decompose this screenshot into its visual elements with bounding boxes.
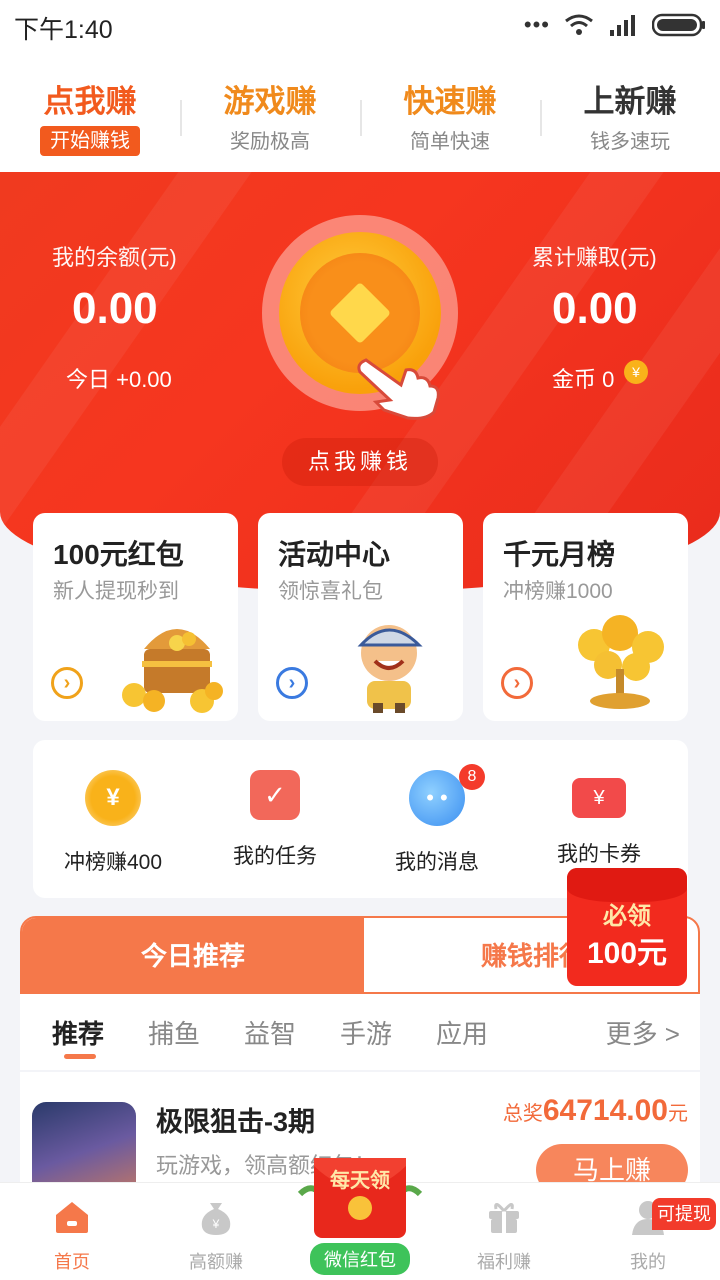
quick-label: 我的任务 (233, 845, 317, 868)
category-puzzle[interactable]: 益智 (244, 1014, 296, 1051)
signal-icon (610, 15, 635, 36)
nav-sub: 简单快速 (410, 131, 490, 153)
prize-amount: 64714.00 (542, 1094, 668, 1127)
nav-title: 点我赚 (43, 84, 137, 119)
nav-tap-earn[interactable]: 点我赚 开始赚钱 (0, 84, 180, 156)
nav-new-earn[interactable]: 上新赚 钱多速玩 (540, 84, 720, 156)
home-icon (56, 1202, 88, 1233)
treasure-chest-icon (122, 629, 223, 713)
calendar-check-icon: ✓ (250, 770, 300, 820)
nav-fast-earn[interactable]: 快速赚 简单快速 (360, 84, 540, 156)
category-mobile-games[interactable]: 手游 (340, 1014, 392, 1051)
money-tree-icon (578, 615, 664, 709)
daily-packet-label: 每天领 (330, 1170, 390, 1192)
wifi-icon (565, 14, 593, 35)
floating-red-packet[interactable]: 必领 100元 (563, 858, 691, 986)
prize-unit: 元 (668, 1103, 688, 1125)
arrow-right-icon[interactable]: › (276, 667, 308, 699)
tab-label: 首页 (54, 1252, 90, 1272)
category-fishing[interactable]: 捕鱼 (148, 1014, 200, 1051)
card-title: 千元月榜 (503, 539, 616, 570)
coin-count: 金币 0 (552, 367, 615, 392)
tab-today-recommend[interactable]: 今日推荐 (22, 918, 364, 992)
card-activity-center[interactable]: 活动中心 领惊喜礼包 › (258, 513, 463, 721)
nav-title: 快速赚 (403, 84, 497, 119)
status-icons: ••• (524, 12, 706, 38)
quick-my-messages[interactable]: • • 我的消息 (357, 770, 517, 876)
total-label: 累计赚取(元) (532, 245, 657, 270)
packet-line1: 必领 (603, 903, 651, 930)
message-count-badge: 8 (459, 764, 485, 790)
message-bubble-icon: • • (409, 770, 465, 826)
ticket-icon: ¥ (572, 778, 626, 818)
arrow-right-icon[interactable]: › (501, 667, 533, 699)
card-sub: 领惊喜礼包 (278, 580, 383, 603)
total-value: 0.00 (552, 284, 638, 333)
withdraw-badge: 可提现 (652, 1198, 716, 1230)
nav-title: 上新赚 (583, 84, 677, 119)
more-link[interactable]: 更多 > (606, 1014, 680, 1051)
card-sub: 冲榜赚1000 (503, 580, 613, 603)
card-sub: 新人提现秒到 (53, 580, 179, 603)
active-underline (64, 1054, 96, 1059)
category-apps[interactable]: 应用 (436, 1014, 488, 1051)
nav-title: 游戏赚 (223, 84, 317, 119)
today-earned: 今日 +0.00 (66, 367, 172, 392)
game-prize: 总奖64714.00元 (503, 1094, 688, 1128)
status-bar: 下午1:40 ••• (0, 0, 720, 50)
gift-icon (489, 1203, 519, 1233)
quick-my-coupons[interactable]: ¥ 我的卡券 (519, 770, 679, 868)
nav-sub: 奖励极高 (230, 131, 310, 153)
category-recommend[interactable]: 推荐 (52, 1014, 104, 1051)
tab-welfare-earn[interactable]: 福利赚 (432, 1197, 576, 1274)
quick-label: 我的消息 (395, 851, 479, 874)
tab-label: 福利赚 (477, 1252, 531, 1272)
arrow-right-icon[interactable]: › (51, 667, 83, 699)
prize-prefix: 总奖 (502, 1103, 543, 1125)
mascot-character-icon (357, 625, 423, 713)
svg-text:¥: ¥ (212, 1217, 220, 1231)
tab-home[interactable]: 首页 (0, 1197, 144, 1274)
quick-my-tasks[interactable]: ✓ 我的任务 (195, 770, 355, 870)
category-bar: 推荐 捕鱼 益智 手游 应用 更多 > (20, 994, 700, 1070)
tab-label: 高额赚 (189, 1252, 243, 1272)
card-monthly-ranking[interactable]: 千元月榜 冲榜赚1000 › (483, 513, 688, 721)
gold-coin-icon: ¥ (624, 360, 648, 384)
nav-sub: 钱多速玩 (590, 131, 670, 153)
balance-label: 我的余额(元) (52, 245, 177, 270)
tab-label: 我的 (630, 1252, 666, 1272)
earn-money-button[interactable]: 点我赚钱 (282, 438, 438, 486)
packet-line2: 100元 (586, 937, 668, 970)
quick-label: 冲榜赚400 (63, 851, 163, 874)
nav-sub: 开始赚钱 (40, 126, 140, 156)
balance-value: 0.00 (72, 284, 158, 333)
battery-icon (652, 13, 705, 37)
status-time: 下午1:40 (14, 16, 113, 44)
money-bag-icon: ¥ (201, 1203, 231, 1235)
tap-hand-icon (357, 358, 440, 420)
game-title: 极限狙击-3期 (156, 1107, 316, 1137)
more-dots-icon: ••• (523, 12, 550, 37)
card-title: 100元红包 (53, 539, 184, 570)
card-title: 活动中心 (278, 539, 391, 570)
tab-high-earn[interactable]: ¥ 高额赚 (144, 1197, 288, 1274)
nav-game-earn[interactable]: 游戏赚 奖励极高 (180, 84, 360, 156)
quick-rank-earn[interactable]: ¥ 冲榜赚400 (33, 770, 193, 876)
coin-bag-icon: ¥ (85, 770, 141, 826)
card-red-packet[interactable]: 100元红包 新人提现秒到 › (33, 513, 238, 721)
top-category-nav: 点我赚 开始赚钱 游戏赚 奖励极高 快速赚 简单快速 上新赚 钱多速玩 (0, 50, 720, 172)
